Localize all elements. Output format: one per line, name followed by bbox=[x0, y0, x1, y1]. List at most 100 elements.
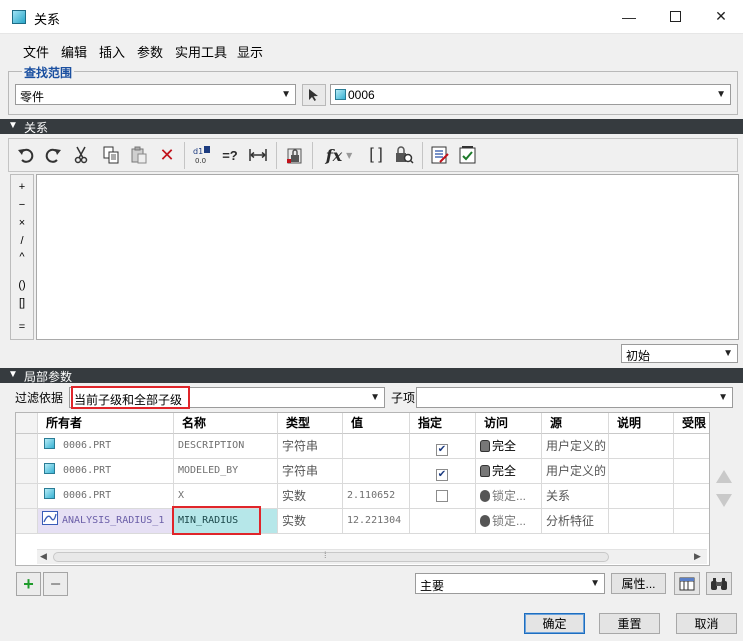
parameter-set-dropdown[interactable]: 主要 ▼ bbox=[415, 573, 605, 594]
column-header-name[interactable]: 名称 bbox=[174, 413, 278, 434]
table-cell-designated[interactable]: ✔ bbox=[410, 434, 476, 459]
sort-relations-button[interactable] bbox=[282, 144, 306, 166]
ok-button[interactable]: 确定 bbox=[524, 613, 585, 634]
table-cell-access[interactable]: 锁定... bbox=[476, 509, 542, 534]
table-cell-value[interactable] bbox=[343, 459, 410, 484]
table-cell-restricted[interactable] bbox=[674, 459, 709, 484]
menu-insert[interactable]: 插入 bbox=[99, 42, 125, 61]
menu-utilities[interactable]: 实用工具 bbox=[175, 42, 227, 61]
column-header-type[interactable]: 类型 bbox=[278, 413, 343, 434]
measure-button[interactable] bbox=[246, 144, 270, 166]
column-header-description[interactable]: 说明 bbox=[609, 413, 674, 434]
row-selector[interactable] bbox=[16, 484, 38, 509]
table-cell-type[interactable]: 字符串 bbox=[278, 459, 343, 484]
evaluate-button[interactable]: =? bbox=[218, 144, 242, 166]
table-cell-name[interactable]: MODELED_BY bbox=[174, 459, 278, 484]
table-cell-designated[interactable]: ✔ bbox=[410, 459, 476, 484]
copy-button[interactable] bbox=[99, 144, 123, 166]
select-pointer-button[interactable] bbox=[302, 84, 326, 106]
table-cell-type[interactable]: 实数 bbox=[278, 509, 343, 534]
scrollbar-thumb[interactable]: ⁞ bbox=[53, 550, 609, 562]
find-button[interactable] bbox=[706, 572, 732, 595]
relation-state-dropdown[interactable]: 初始 ▼ bbox=[621, 344, 738, 363]
operator-divide-button[interactable]: / bbox=[11, 235, 33, 247]
menu-edit[interactable]: 编辑 bbox=[61, 42, 87, 61]
minimize-button[interactable]: — bbox=[606, 0, 652, 33]
local-params-section-header[interactable]: ▼ 局部参数 bbox=[0, 368, 743, 384]
delete-button[interactable]: ✕ bbox=[155, 144, 179, 166]
operator-plus-button[interactable]: + bbox=[11, 181, 33, 193]
column-header-restricted[interactable]: 受限 bbox=[674, 413, 709, 434]
menu-parameters[interactable]: 参数 bbox=[137, 42, 163, 61]
relations-editor[interactable] bbox=[36, 174, 739, 340]
table-cell-designated[interactable] bbox=[410, 509, 476, 534]
parameter-lock-button[interactable] bbox=[392, 144, 416, 166]
show-values-button[interactable]: d1 0.0 bbox=[190, 144, 214, 166]
menu-display[interactable]: 显示 bbox=[237, 42, 263, 61]
row-selector[interactable] bbox=[16, 509, 38, 534]
table-cell-description[interactable] bbox=[609, 434, 674, 459]
table-cell-access[interactable]: 锁定... bbox=[476, 484, 542, 509]
cancel-button[interactable]: 取消 bbox=[676, 613, 737, 634]
relations-section-header[interactable]: ▼ 关系 bbox=[0, 119, 743, 135]
verify-relations-button[interactable] bbox=[456, 144, 480, 166]
designated-checkbox[interactable]: ✔ bbox=[436, 444, 448, 456]
table-cell-type[interactable]: 实数 bbox=[278, 484, 343, 509]
scroll-left-icon[interactable]: ◀ bbox=[40, 551, 47, 562]
column-header-source[interactable]: 源 bbox=[542, 413, 609, 434]
table-cell-description[interactable] bbox=[609, 484, 674, 509]
scope-dropdown[interactable]: 零件 ▼ bbox=[15, 84, 296, 105]
column-header-owner[interactable]: 所有者 bbox=[38, 413, 174, 434]
table-cell-value[interactable]: 2.110652 bbox=[343, 484, 410, 509]
properties-button[interactable]: 属性... bbox=[611, 573, 666, 594]
column-header-designated[interactable]: 指定 bbox=[410, 413, 476, 434]
table-cell-value[interactable]: 12.221304 bbox=[343, 509, 410, 534]
table-cell-source[interactable]: 用户定义的 bbox=[542, 459, 609, 484]
operator-equals-button[interactable]: = bbox=[11, 321, 33, 333]
operator-minus-button[interactable]: − bbox=[11, 199, 33, 211]
table-cell-value[interactable] bbox=[343, 434, 410, 459]
table-cell-source[interactable]: 关系 bbox=[542, 484, 609, 509]
row-selector[interactable] bbox=[16, 459, 38, 484]
table-cell-source[interactable]: 用户定义的 bbox=[542, 434, 609, 459]
operator-parentheses-button[interactable]: () bbox=[11, 279, 33, 291]
insert-brackets-button[interactable]: [ ] bbox=[364, 144, 388, 166]
close-button[interactable]: ✕ bbox=[698, 0, 743, 33]
table-cell-source[interactable]: 分析特征 bbox=[542, 509, 609, 534]
table-cell-owner[interactable]: 0006.PRT bbox=[38, 434, 174, 459]
insert-function-button[interactable]: fx ▼ bbox=[320, 144, 358, 166]
maximize-button[interactable] bbox=[652, 0, 698, 33]
cut-button[interactable] bbox=[69, 144, 93, 166]
add-parameter-button[interactable]: + bbox=[16, 572, 41, 596]
child-dropdown[interactable]: ▼ bbox=[416, 387, 733, 408]
table-cell-name[interactable]: DESCRIPTION bbox=[174, 434, 278, 459]
column-header-value[interactable]: 值 bbox=[343, 413, 410, 434]
redo-button[interactable] bbox=[41, 144, 65, 166]
undo-button[interactable] bbox=[14, 144, 38, 166]
move-down-icon[interactable] bbox=[716, 494, 732, 507]
operator-power-button[interactable]: ^ bbox=[11, 251, 33, 263]
column-header-access[interactable]: 访问 bbox=[476, 413, 542, 434]
scroll-right-icon[interactable]: ▶ bbox=[694, 551, 701, 562]
columns-button[interactable] bbox=[674, 572, 700, 595]
table-cell-restricted[interactable] bbox=[674, 484, 709, 509]
move-up-icon[interactable] bbox=[716, 470, 732, 483]
table-cell-description[interactable] bbox=[609, 509, 674, 534]
designated-checkbox[interactable] bbox=[436, 490, 448, 502]
table-cell-restricted[interactable] bbox=[674, 509, 709, 534]
table-cell-owner[interactable]: ANALYSIS_RADIUS_1 bbox=[38, 509, 174, 534]
table-cell-type[interactable]: 字符串 bbox=[278, 434, 343, 459]
relation-list-button[interactable] bbox=[428, 144, 452, 166]
table-cell-access[interactable]: 完全 bbox=[476, 459, 542, 484]
table-cell-owner[interactable]: 0006.PRT bbox=[38, 484, 174, 509]
table-cell-owner[interactable]: 0006.PRT bbox=[38, 459, 174, 484]
table-cell-designated[interactable] bbox=[410, 484, 476, 509]
row-selector[interactable] bbox=[16, 434, 38, 459]
menu-file[interactable]: 文件 bbox=[23, 42, 49, 61]
model-dropdown[interactable]: 0006 ▼ bbox=[330, 84, 731, 105]
operator-multiply-button[interactable]: × bbox=[11, 217, 33, 229]
designated-checkbox[interactable]: ✔ bbox=[436, 469, 448, 481]
operator-brackets-button[interactable]: [] bbox=[11, 297, 33, 309]
table-cell-description[interactable] bbox=[609, 459, 674, 484]
remove-parameter-button[interactable]: − bbox=[43, 572, 68, 596]
